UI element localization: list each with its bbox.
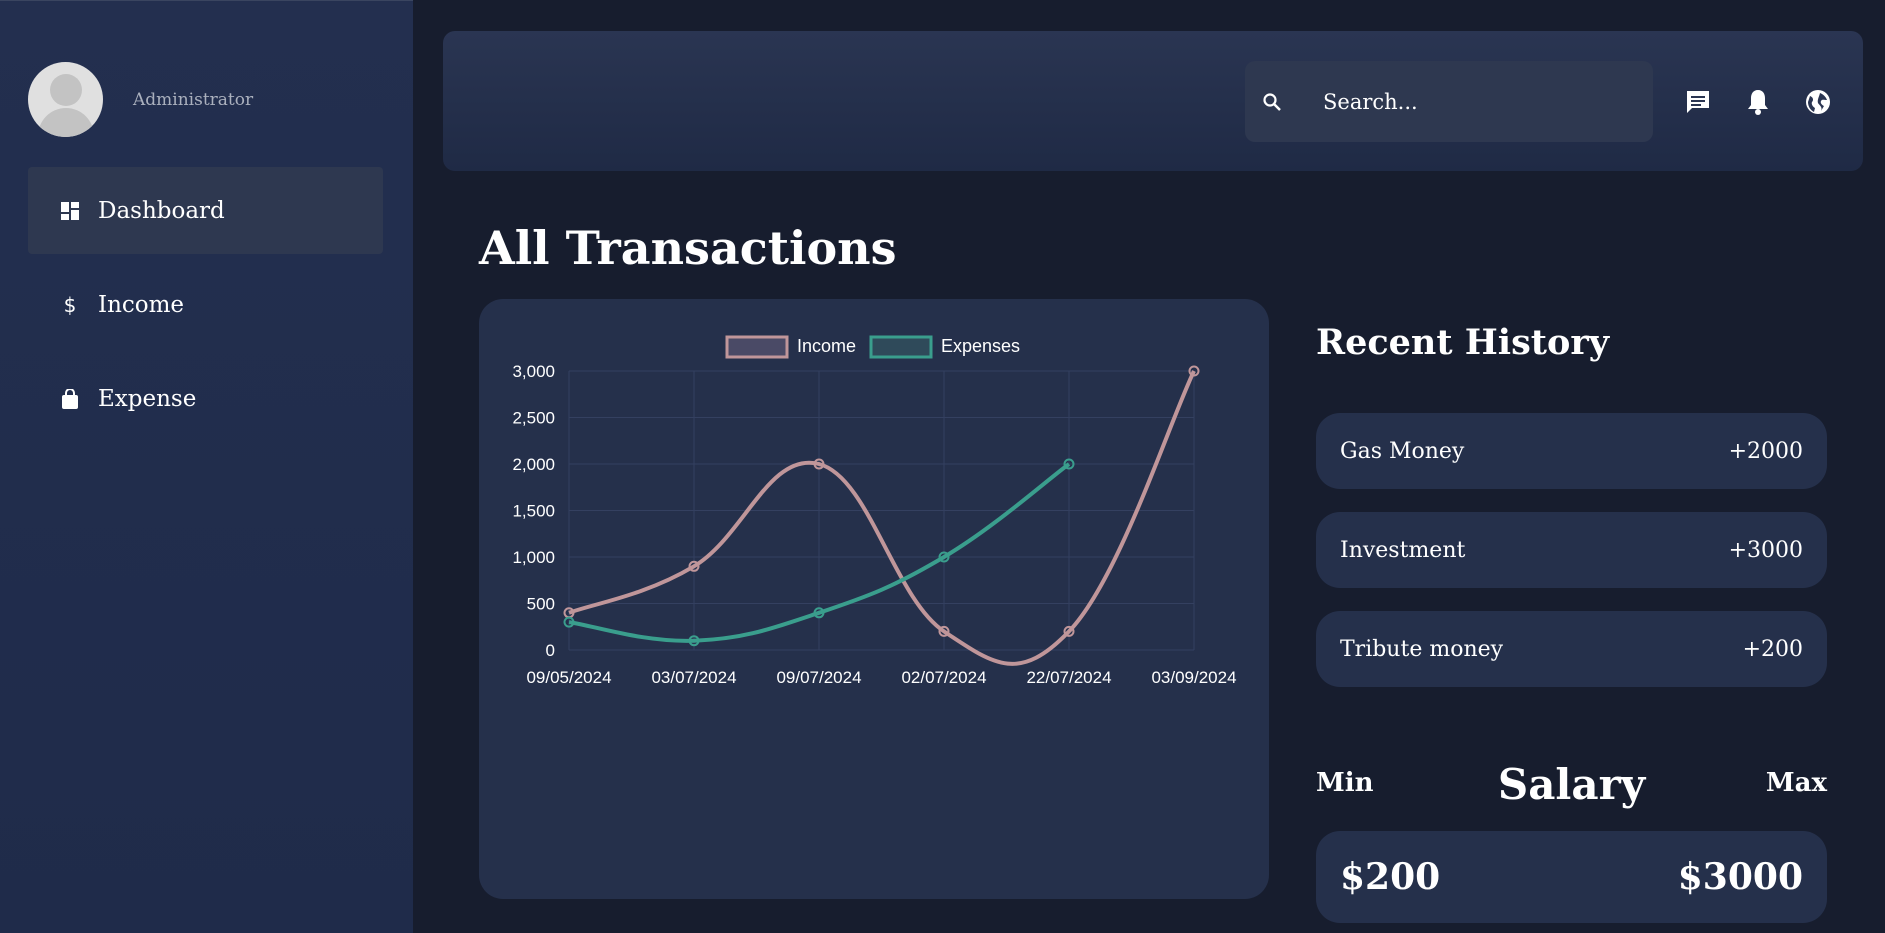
salary-range: $200 $3000 xyxy=(1316,831,1827,923)
history-item: Investment +3000 xyxy=(1316,512,1827,588)
salary-header: Salary Min Max xyxy=(1316,760,1827,810)
topbar xyxy=(443,31,1863,171)
series-line xyxy=(568,370,1196,666)
bell-icon[interactable] xyxy=(1742,86,1774,118)
legend-label: Expenses xyxy=(941,336,1020,356)
y-tick-label: 1,000 xyxy=(512,548,555,567)
salary-min-label: Min xyxy=(1316,768,1374,798)
sidebar: Administrator Dashboard $ Income Expense xyxy=(0,0,413,933)
sidebar-item-income[interactable]: $ Income xyxy=(28,261,383,348)
y-tick-label: 2,500 xyxy=(512,409,555,428)
sidebar-item-dashboard[interactable]: Dashboard xyxy=(28,167,383,254)
salary-title: Salary xyxy=(1497,760,1646,809)
globe-icon[interactable] xyxy=(1802,86,1834,118)
history-item: Gas Money +2000 xyxy=(1316,413,1827,489)
x-tick-label: 03/07/2024 xyxy=(651,668,736,687)
transactions-chart-card: 0 500 1,000 1,500 2,000 2,500 3,000 09/05/2024 0… xyxy=(479,299,1269,899)
message-icon[interactable] xyxy=(1682,86,1714,118)
user-role: Administrator xyxy=(133,89,254,110)
salary-min-value: $200 xyxy=(1340,856,1441,898)
history-item-name: Tribute money xyxy=(1340,636,1504,662)
y-tick-label: 2,000 xyxy=(512,455,555,474)
dollar-icon: $ xyxy=(63,292,77,317)
y-tick-label: 1,500 xyxy=(512,502,555,521)
profile: Administrator xyxy=(28,62,253,137)
history-item-amount: +2000 xyxy=(1728,438,1803,464)
history-item: Tribute money +200 xyxy=(1316,611,1827,687)
salary-max-label: Max xyxy=(1765,768,1827,798)
x-tick-label: 09/05/2024 xyxy=(526,668,611,687)
sidebar-item-expense[interactable]: Expense xyxy=(28,355,383,442)
dashboard-icon xyxy=(60,201,80,221)
sidebar-item-label: Expense xyxy=(98,385,197,412)
legend-swatch xyxy=(869,335,933,359)
x-tick-label: 02/07/2024 xyxy=(901,668,986,687)
transactions-chart: 0 500 1,000 1,500 2,000 2,500 3,000 09/05/2024 0… xyxy=(512,335,1237,687)
recent-history-title: Recent History xyxy=(1316,322,1610,363)
history-item-amount: +3000 xyxy=(1728,537,1803,563)
x-tick-label: 22/07/2024 xyxy=(1026,668,1111,687)
history-item-name: Investment xyxy=(1340,537,1466,563)
shopping-bag-icon xyxy=(60,388,80,409)
sidebar-item-label: Income xyxy=(98,291,185,318)
search-box[interactable] xyxy=(1245,61,1653,142)
history-item-amount: +200 xyxy=(1742,636,1803,662)
page-title: All Transactions xyxy=(479,221,897,275)
x-tick-label: 03/09/2024 xyxy=(1151,668,1236,687)
y-tick-label: 3,000 xyxy=(512,362,555,381)
y-tick-label: 500 xyxy=(527,595,555,614)
search-icon[interactable] xyxy=(1259,89,1285,115)
avatar[interactable] xyxy=(28,62,103,137)
legend-label: Income xyxy=(797,336,856,356)
legend-swatch xyxy=(725,335,789,359)
x-tick-label: 09/07/2024 xyxy=(776,668,861,687)
salary-max-value: $3000 xyxy=(1677,856,1803,898)
y-tick-label: 0 xyxy=(546,641,555,660)
history-item-name: Gas Money xyxy=(1340,438,1465,464)
sidebar-item-label: Dashboard xyxy=(98,197,225,224)
search-input[interactable] xyxy=(1323,89,1643,114)
